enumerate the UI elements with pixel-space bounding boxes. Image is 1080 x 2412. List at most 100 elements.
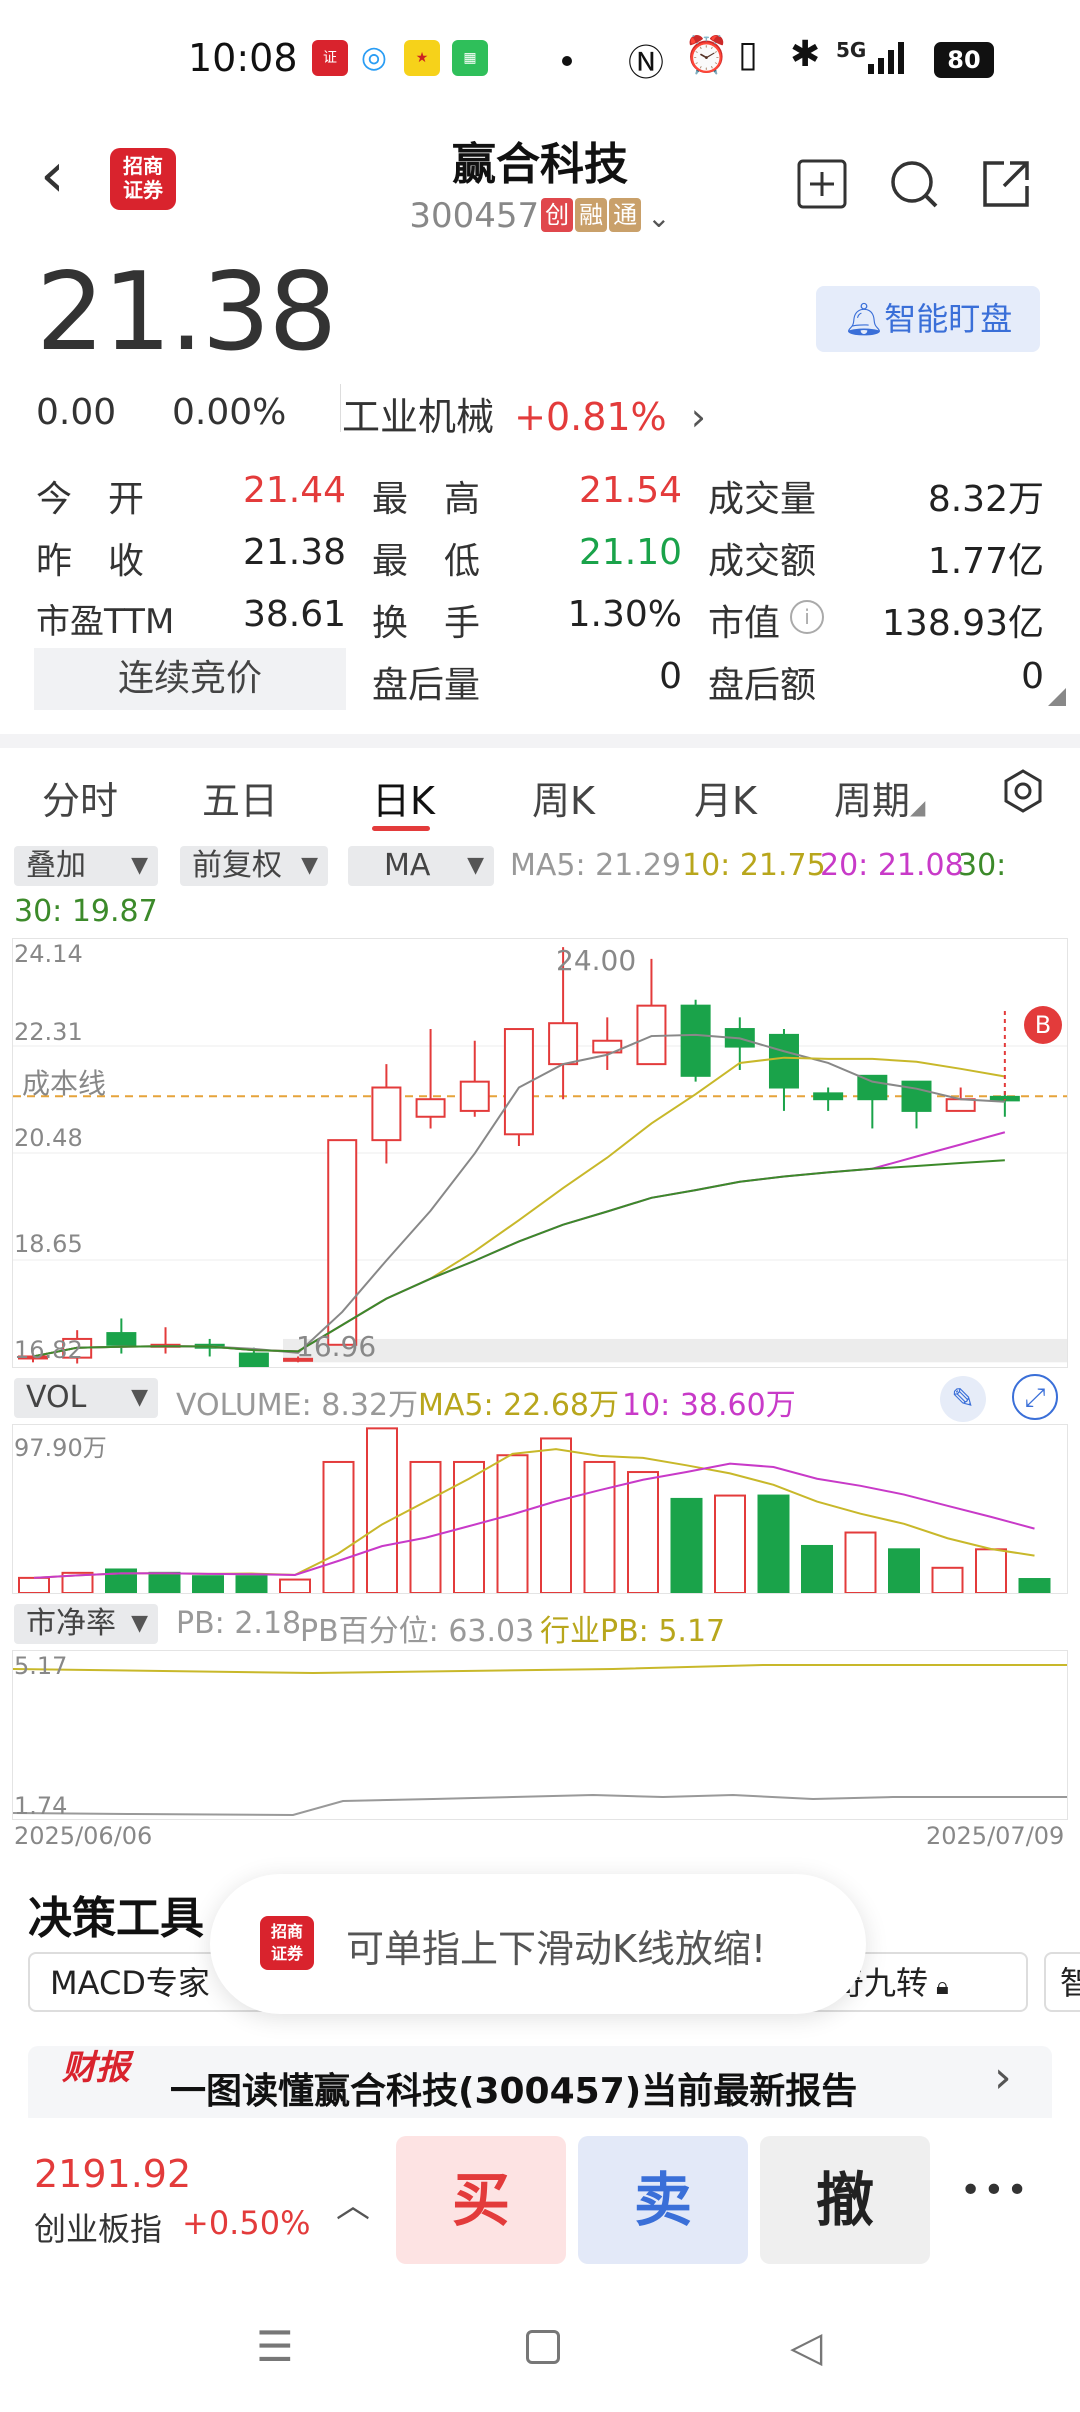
volume-dropdown[interactable]: VOL ▼ — [14, 1378, 158, 1418]
pb-line — [13, 1793, 1067, 1817]
triangle-down-icon: ▼ — [131, 853, 148, 878]
price-axis-label: 18.65 — [14, 1230, 83, 1258]
candle-body — [371, 1086, 402, 1142]
volume-bar — [18, 1576, 50, 1593]
tab-weekly-k[interactable]: 周K — [532, 770, 595, 825]
pb-panel[interactable] — [12, 1650, 1068, 1820]
stat-label-marketcap: 市值 — [708, 603, 781, 644]
volume-ma10: 10: 38.60万 — [622, 1388, 796, 1423]
bluetooth-icon: ✱ — [790, 34, 821, 75]
menu-nav-icon[interactable]: ☰ — [256, 2322, 294, 2371]
fullscreen-icon[interactable]: ⤢ — [1012, 1374, 1058, 1420]
cancel-order-button[interactable]: 撤 — [760, 2136, 930, 2264]
ma10-legend: 10: 21.75 — [682, 848, 826, 883]
pb-value: PB: 2.18 — [176, 1606, 302, 1641]
stock-code: 300457 — [409, 196, 540, 236]
smart-watch-button[interactable]: 🔔︎智能盯盘 — [816, 286, 1040, 352]
volume-bar — [757, 1494, 790, 1593]
pb-axis-label: 5.17 — [14, 1652, 68, 1680]
price-axis-label: 16.82 — [14, 1336, 83, 1364]
report-card[interactable]: 财报 一图读懂赢合科技(300457)当前最新报告 › — [28, 2046, 1052, 2126]
tab-period-label: 周期 — [834, 779, 911, 823]
dropdown-icon: ◢ — [910, 795, 926, 819]
volume-bar — [670, 1497, 703, 1593]
buy-button[interactable]: 买 — [396, 2136, 566, 2264]
tab-period[interactable]: 周期◢ — [834, 770, 925, 825]
back-nav-icon[interactable]: ◁ — [790, 2322, 822, 2371]
ma30-legend-prefix: 30: — [958, 848, 1007, 883]
index-pct: +0.50% — [182, 2204, 311, 2242]
share-icon[interactable] — [980, 158, 1032, 210]
stat-label-afterhours-volume: 盘后量 — [372, 665, 481, 706]
stat-label-low: 最 低 — [372, 541, 481, 582]
volume-ma10-line — [33, 1462, 1035, 1579]
candle-body — [945, 1098, 976, 1112]
tab-five-day[interactable]: 五日 — [202, 770, 278, 825]
volume-bar — [453, 1460, 485, 1593]
divider — [340, 384, 341, 432]
candle-body — [901, 1080, 932, 1112]
stat-label-pe: 市盈TTM — [36, 602, 175, 642]
sell-button[interactable]: 卖 — [578, 2136, 748, 2264]
price-change: 0.00 — [36, 392, 117, 433]
settings-icon[interactable] — [1000, 768, 1046, 818]
volume-bar — [975, 1548, 1007, 1593]
buy-marker[interactable]: B — [1024, 1006, 1062, 1044]
add-watchlist-button[interactable] — [796, 158, 848, 210]
ma20-line — [32, 1131, 1006, 1358]
volume-bar — [844, 1531, 877, 1593]
home-nav-icon[interactable] — [526, 2330, 560, 2364]
volume-bar — [627, 1471, 659, 1593]
expand-corner-icon[interactable] — [1048, 688, 1066, 706]
volume-bar — [409, 1460, 442, 1593]
high-annotation: 24.00 — [556, 944, 637, 977]
kline-panel[interactable] — [12, 938, 1068, 1368]
volume-bar — [888, 1548, 920, 1593]
tab-monthly-k[interactable]: 月K — [694, 770, 757, 825]
price-axis-label: 20.48 — [14, 1124, 83, 1152]
tab-intraday[interactable]: 分时 — [42, 770, 118, 825]
index-name[interactable]: 创业板指 — [34, 2204, 162, 2250]
stat-value-marketcap: 138.93亿 — [882, 603, 1044, 644]
search-icon[interactable] — [888, 158, 940, 210]
stat-label-turnrate: 换 手 — [372, 603, 481, 644]
volume-panel[interactable] — [12, 1424, 1068, 1594]
stat-value-volume: 8.32万 — [927, 479, 1044, 520]
report-badge: 财报 — [62, 2048, 130, 2088]
chevron-up-icon[interactable]: ︿ — [336, 2178, 370, 2227]
stat-value-pe: 38.61 — [242, 594, 346, 635]
industry-link[interactable]: 工业机械 +0.81% › — [342, 386, 706, 441]
stat-value-afterhours-volume: 0 — [659, 656, 682, 697]
triangle-down-icon: ▼ — [131, 1611, 148, 1636]
more-tool-chip[interactable]: 智 — [1044, 1952, 1080, 2012]
overlay-dropdown[interactable]: 叠加 ▼ — [14, 846, 158, 886]
stat-label-afterhours-amount: 盘后额 — [708, 665, 817, 706]
pb-dropdown[interactable]: 市净率 ▼ — [14, 1604, 158, 1644]
volume-bar — [322, 1460, 355, 1593]
candle-body — [768, 1033, 799, 1089]
adjust-label: 前复权 — [192, 848, 282, 883]
tag-rong: 融 — [575, 198, 608, 232]
index-value[interactable]: 2191.92 — [34, 2152, 191, 2196]
adjust-dropdown[interactable]: 前复权 ▼ — [180, 846, 328, 886]
auction-status-button[interactable]: 连续竞价 — [34, 648, 346, 710]
more-icon[interactable]: ••• — [960, 2170, 1030, 2211]
chevron-right-icon: › — [690, 395, 706, 439]
stat-value-high: 21.54 — [578, 470, 682, 511]
pb-selector-label: 市净率 — [26, 1606, 116, 1641]
stat-value-turnover: 1.77亿 — [927, 541, 1044, 582]
tab-daily-k[interactable]: 日K — [372, 770, 435, 825]
date-start: 2025/06/06 — [14, 1822, 153, 1850]
indicator-dropdown[interactable]: MA ▼ — [348, 846, 494, 886]
edit-icon[interactable]: ✎ — [940, 1376, 986, 1422]
notification-dot-icon — [562, 56, 572, 66]
info-icon[interactable]: i — [790, 600, 824, 634]
stat-label-turnover: 成交额 — [708, 541, 817, 582]
current-price: 21.38 — [36, 250, 337, 375]
volume-bar — [1018, 1578, 1051, 1593]
shaded-band — [283, 1338, 1067, 1363]
alarm-icon: ⏰ — [684, 35, 729, 76]
chevron-right-icon: › — [994, 2052, 1012, 2103]
chevron-down-icon: ⌄ — [647, 201, 671, 234]
triangle-down-icon: ▼ — [131, 1385, 148, 1410]
